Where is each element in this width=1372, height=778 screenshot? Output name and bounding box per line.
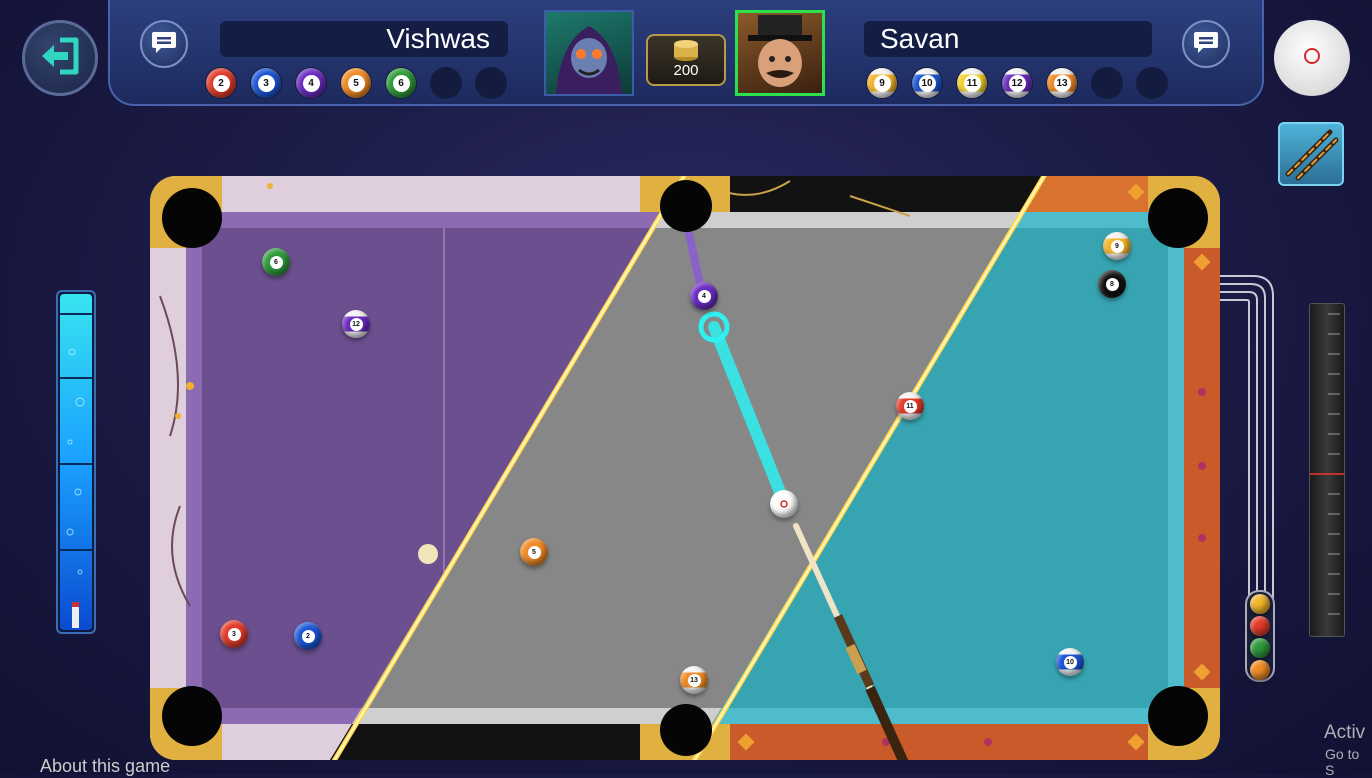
target-dot-icon: [1302, 46, 1322, 71]
ball-10: 10: [1056, 648, 1084, 676]
ball-11: 11: [896, 392, 924, 420]
ball-9: 9: [867, 68, 897, 98]
ball-3: 3: [251, 68, 281, 98]
player-left-ball-tray: 2 3 4 5 6: [205, 67, 507, 99]
ball-slot: 5: [340, 67, 372, 99]
ball-slot: 13: [1046, 67, 1078, 99]
ball-slot: 4: [295, 67, 327, 99]
empty-ball-slot: [1091, 67, 1123, 99]
ball-2: 2: [206, 68, 236, 98]
chat-icon: [1193, 30, 1219, 59]
ball-number: 12: [1008, 74, 1026, 92]
avatar-right[interactable]: [735, 10, 825, 96]
ball-slot: 6: [385, 67, 417, 99]
ball-6: 6: [386, 68, 416, 98]
ball-number: 10: [918, 74, 936, 92]
ball-9: 9: [1103, 232, 1131, 260]
ball-number: 5: [527, 545, 541, 559]
empty-ball-slot: [1136, 67, 1168, 99]
empty-ball-slot: [430, 67, 462, 99]
ball-5: 5: [341, 68, 371, 98]
player-right-ball-tray: 9 10 11 12 13: [866, 67, 1168, 99]
potted-ball: [1250, 594, 1270, 614]
potted-ball: [1250, 660, 1270, 680]
cue-ball-dot-icon: [780, 500, 788, 508]
cue-ball[interactable]: [770, 490, 798, 518]
ball-number: 9: [873, 74, 891, 92]
ball-13: 13: [1047, 68, 1077, 98]
ball-number: 13: [687, 673, 701, 687]
exit-button[interactable]: [22, 20, 98, 96]
ball-slot: 2: [205, 67, 237, 99]
coin-stack-icon: [648, 36, 724, 62]
ball-number: 9: [1110, 239, 1124, 253]
ball-5: 5: [520, 538, 548, 566]
ball-10: 10: [912, 68, 942, 98]
chat-button-right[interactable]: [1182, 20, 1230, 68]
ball-number: 11: [963, 74, 981, 92]
ball-number: 6: [269, 255, 283, 269]
ball-12: 12: [342, 310, 370, 338]
exit-icon: [38, 36, 82, 81]
power-meter[interactable]: [56, 290, 96, 634]
ball-slot: 12: [1001, 67, 1033, 99]
fine-aim-slider[interactable]: [1309, 303, 1345, 637]
potted-ball-rack: [1245, 590, 1275, 682]
ball-number: 2: [301, 629, 315, 643]
ball-number: 5: [347, 74, 365, 92]
ball-number: 8: [1105, 277, 1119, 291]
ball-return-rail: [1217, 275, 1274, 598]
pot-display: 200: [646, 34, 726, 86]
ball-13: 13: [680, 666, 708, 694]
ball-6: 6: [262, 248, 290, 276]
ball-4: 4: [690, 282, 718, 310]
ball-8: 8: [1098, 270, 1126, 298]
ball-3: 3: [220, 620, 248, 648]
ball-12: 12: [1002, 68, 1032, 98]
ball-number: 4: [302, 74, 320, 92]
player-name-right: Savan: [864, 21, 1152, 57]
ball-number: 6: [392, 74, 410, 92]
ball-number: 12: [349, 317, 363, 331]
ball-number: 10: [1063, 655, 1077, 669]
potted-ball: [1250, 616, 1270, 636]
player-name-left: Vishwas: [220, 21, 508, 57]
ball-4: 4: [296, 68, 326, 98]
pool-table[interactable]: 6 12 4 5 3 2 9 11 13 8 10: [150, 176, 1220, 760]
chat-icon: [151, 30, 177, 59]
ball-slot: 3: [250, 67, 282, 99]
chat-button-left[interactable]: [140, 20, 188, 68]
spin-selector-button[interactable]: [1274, 20, 1350, 96]
os-activation-subtext: Go to S: [1325, 746, 1360, 778]
ball-number: 2: [212, 74, 230, 92]
cue-sticks-icon: [1280, 129, 1342, 188]
ball-slot: 9: [866, 67, 898, 99]
empty-ball-slot: [475, 67, 507, 99]
ball-number: 3: [257, 74, 275, 92]
ball-slot: 11: [956, 67, 988, 99]
ball-number: 4: [697, 289, 711, 303]
pot-amount: 200: [673, 62, 699, 79]
ball-2: 2: [294, 622, 322, 650]
os-activation-notice: Activ: [1324, 722, 1366, 743]
ball-slot: 10: [911, 67, 943, 99]
potted-ball: [1250, 638, 1270, 658]
cue-shop-button[interactable]: [1278, 122, 1344, 186]
ball-number: 3: [227, 627, 241, 641]
avatar-left[interactable]: [544, 10, 634, 96]
ball-number: 11: [903, 399, 917, 413]
ball-number: 13: [1053, 74, 1071, 92]
ball-11: 11: [957, 68, 987, 98]
